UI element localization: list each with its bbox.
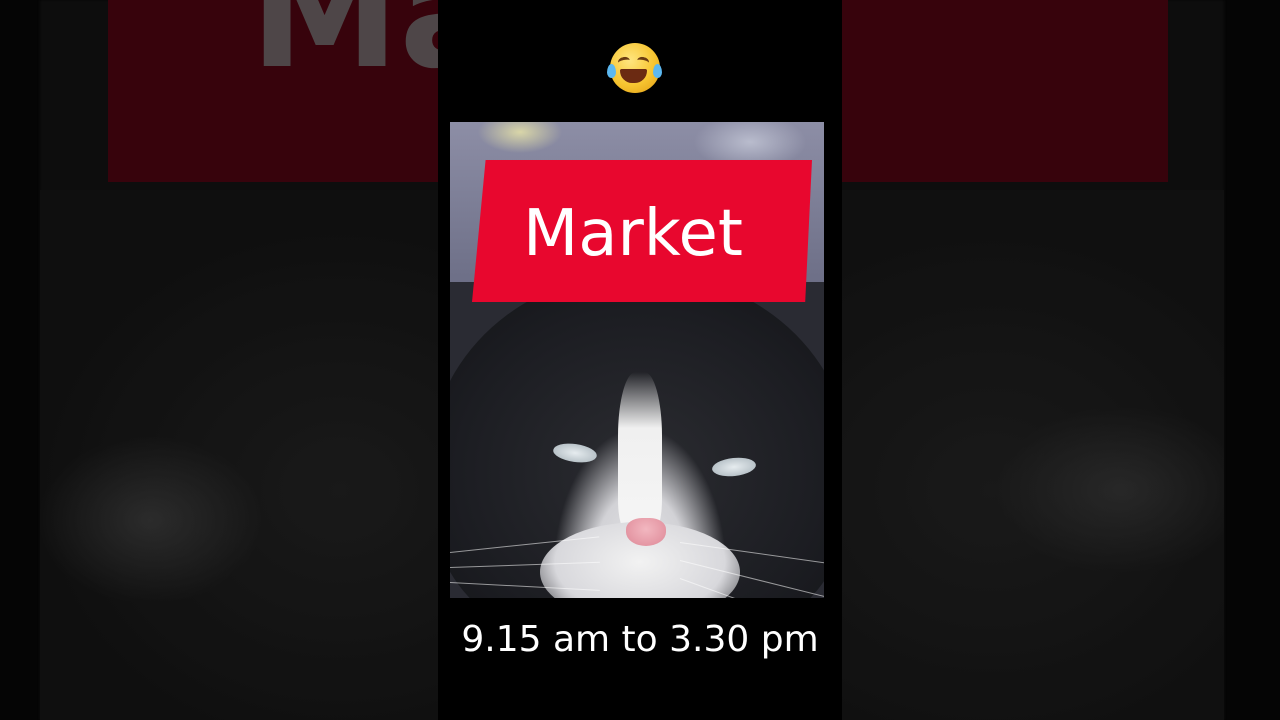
market-hours-caption: 9.15 am to 3.30 pm	[461, 619, 819, 660]
cat-white-blaze	[618, 372, 662, 532]
laughing-emoji-icon	[607, 42, 662, 94]
market-banner-label: Market	[523, 197, 743, 271]
cat-nose	[626, 518, 666, 546]
video-frame: Market Market 9.15 am to 3.30 pm	[0, 0, 1280, 720]
